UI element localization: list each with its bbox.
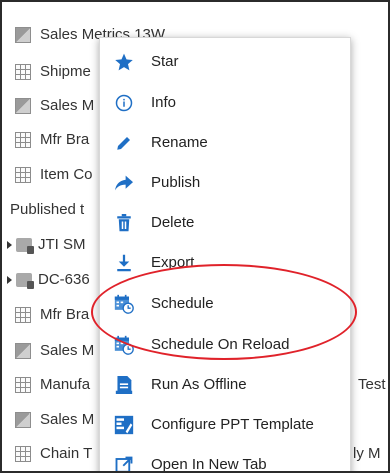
menu-item-delete[interactable]: Delete (100, 202, 352, 243)
menu-item-schedule-on-reload[interactable]: Schedule On Reload (100, 324, 352, 365)
list-item-label-overflow: ly M (353, 445, 381, 462)
grid-icon (15, 63, 31, 80)
grid-icon (15, 166, 31, 183)
list-item-label: Sales M (40, 411, 95, 428)
section-label: Published t (10, 201, 85, 218)
menu-item-info[interactable]: Info (100, 82, 352, 123)
list-item-label: Mfr Bra (40, 306, 90, 323)
list-item-label: Chain T (40, 445, 93, 462)
menu-item-label: Star (151, 53, 179, 70)
download-icon (113, 252, 135, 274)
list-item-label: Sales M (40, 97, 95, 114)
list-item-label: Item Co (40, 166, 93, 183)
caret-right-icon[interactable] (7, 275, 12, 284)
menu-item-run-as-offline[interactable]: Run As Offline (100, 364, 352, 405)
folder-label: JTI SM (38, 236, 86, 253)
grid-icon (15, 131, 31, 148)
open-new-tab-icon (113, 454, 135, 471)
grid-icon (15, 445, 31, 462)
grid-icon (15, 376, 31, 393)
info-icon (113, 92, 135, 114)
ppt-template-icon (113, 414, 135, 436)
menu-item-label: Open In New Tab (151, 456, 267, 473)
share-arrow-icon (113, 172, 135, 194)
locked-folder-icon (16, 272, 34, 289)
menu-item-label: Schedule (151, 295, 214, 312)
list-item[interactable]: Chain T (2, 433, 93, 471)
list-item-label: Mfr Bra (40, 131, 90, 148)
menu-item-schedule[interactable]: Schedule (100, 283, 352, 324)
context-menu: Star Info Rename Publish Delete Export S… (99, 37, 352, 473)
folder-label: DC-636 (38, 271, 90, 288)
grid-icon (15, 306, 31, 323)
menu-item-label: Info (151, 94, 177, 111)
menu-item-label: Configure PPT Template (151, 416, 314, 433)
menu-item-export[interactable]: Export (100, 242, 352, 283)
grey-sheet-icon (15, 97, 31, 114)
offline-report-icon (113, 374, 135, 396)
menu-item-star[interactable]: Star (100, 41, 352, 82)
menu-item-rename[interactable]: Rename (100, 122, 352, 163)
list-item-label-overflow: Test (358, 376, 386, 393)
calendar-clock-icon (113, 293, 135, 315)
trash-icon (113, 212, 135, 234)
list-item-label: Shipme (40, 63, 91, 80)
grey-sheet-icon (15, 26, 31, 43)
app-window: Sales Metrics 13W Shipme Sales M Mfr Bra… (0, 0, 390, 473)
list-item-label: Sales M (40, 342, 95, 359)
menu-item-publish[interactable]: Publish (100, 162, 352, 203)
grey-sheet-icon (15, 411, 31, 428)
menu-item-label: Publish (151, 174, 201, 191)
menu-item-label: Schedule On Reload (151, 336, 290, 353)
caret-right-icon[interactable] (7, 240, 12, 249)
list-item[interactable]: Mfr Bra (2, 294, 89, 335)
menu-item-label: Rename (151, 134, 208, 151)
menu-item-configure-ppt-template[interactable]: Configure PPT Template (100, 404, 352, 445)
menu-item-label: Run As Offline (151, 376, 247, 393)
calendar-clock-icon (113, 334, 135, 356)
list-item-label: Manufa (40, 376, 91, 393)
menu-item-open-in-new-tab[interactable]: Open In New Tab (100, 444, 352, 473)
locked-folder-icon (16, 237, 34, 254)
pencil-icon (113, 132, 135, 154)
star-icon (113, 51, 135, 73)
menu-item-label: Delete (151, 214, 195, 231)
menu-item-label: Export (151, 254, 195, 271)
grey-sheet-icon (15, 342, 31, 359)
